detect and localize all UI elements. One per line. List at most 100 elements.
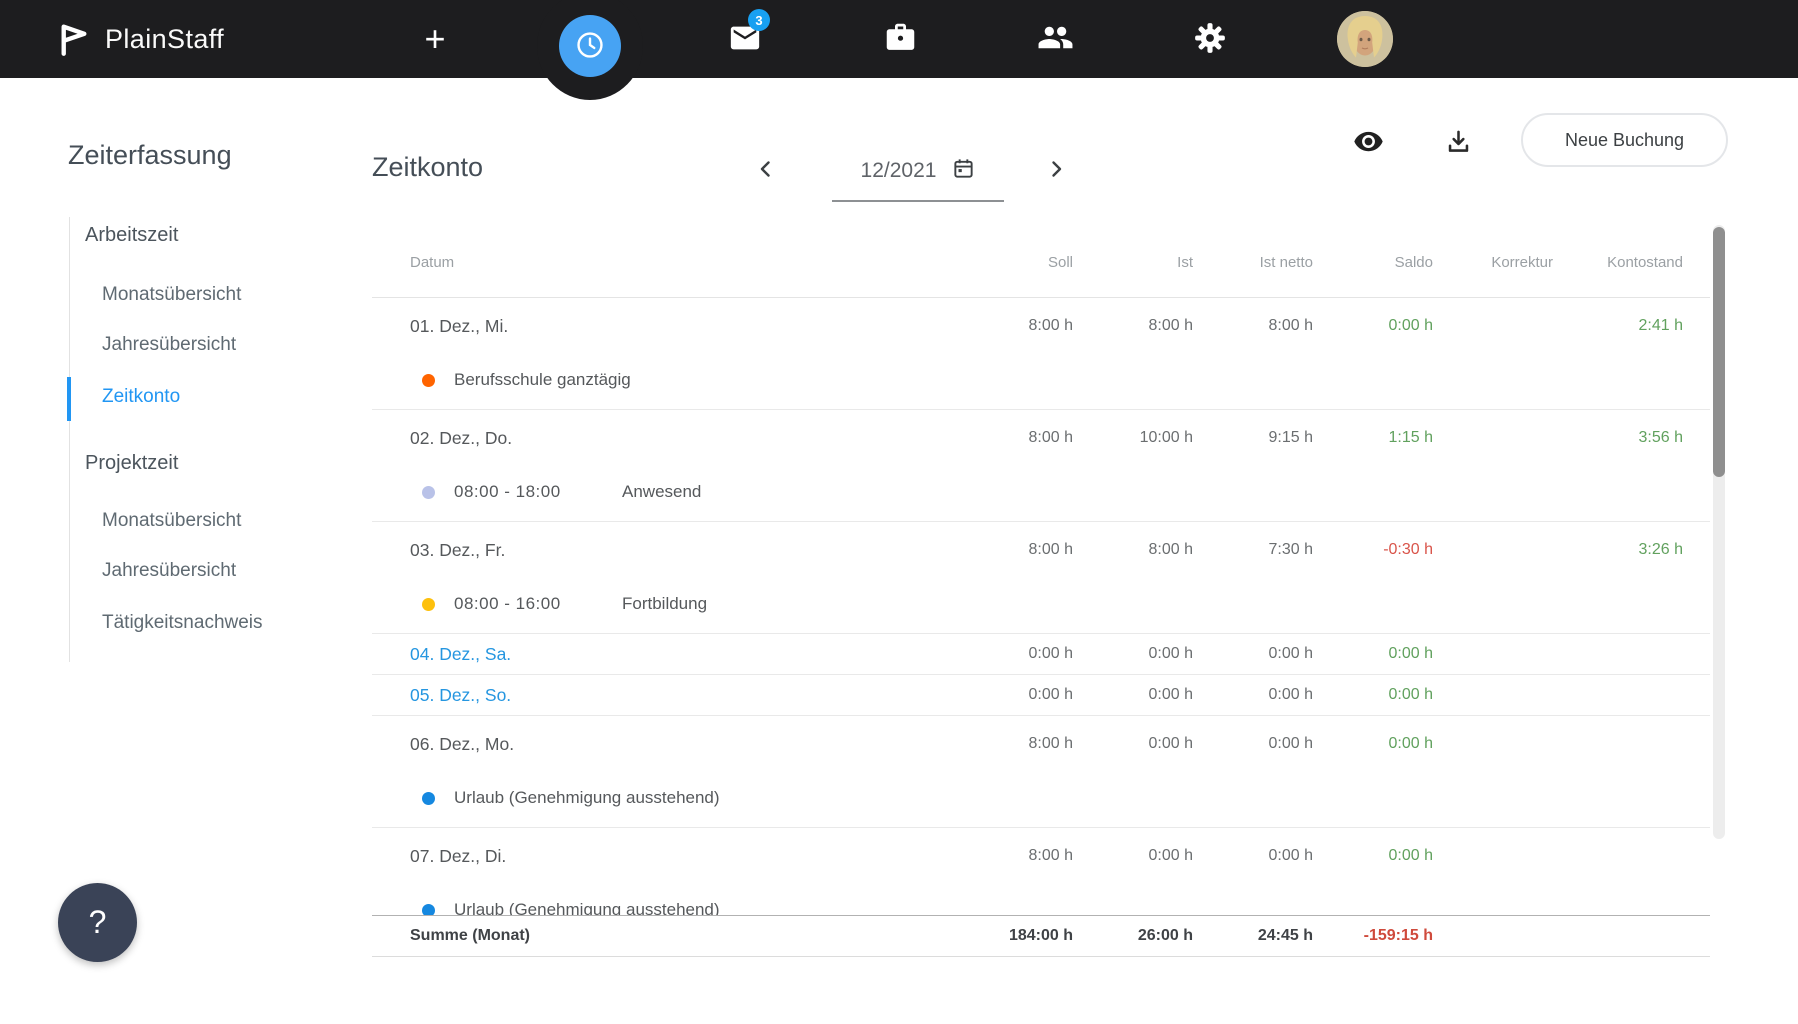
sidebar-rail: [69, 217, 70, 662]
plainstaff-logo-icon: [56, 16, 92, 63]
column-ist: Ist: [1073, 254, 1193, 271]
column-kontostand: Kontostand: [1553, 254, 1683, 271]
messages-badge: 3: [748, 9, 770, 31]
page-title: Zeitkonto: [372, 152, 483, 183]
sidebar-item-jahresuebersicht-arbeitszeit[interactable]: Jahresübersicht: [102, 334, 236, 356]
summary-row: Summe (Monat) 184:00 h 26:00 h 24:45 h -…: [372, 915, 1710, 957]
cell-ist: 10:00 h: [1073, 429, 1193, 447]
row-detail: Urlaub (Genehmigung ausstehend): [410, 778, 1683, 818]
summary-soll: 184:00 h: [953, 927, 1073, 945]
sidebar-section-arbeitszeit: Arbeitszeit: [85, 224, 178, 247]
sidebar-item-zeitkonto[interactable]: Zeitkonto: [102, 386, 180, 408]
add-button[interactable]: +: [395, 0, 475, 78]
tab-settings[interactable]: [1170, 0, 1250, 78]
cell-soll: 8:00 h: [953, 541, 1073, 559]
row-date: 06. Dez., Mo.: [410, 734, 953, 755]
cell-ist-netto: 8:00 h: [1193, 317, 1313, 335]
table-row[interactable]: 04. Dez., Sa.0:00 h0:00 h0:00 h0:00 h: [372, 634, 1710, 675]
period-value[interactable]: 12/2021: [861, 159, 937, 183]
column-ist-netto: Ist netto: [1193, 254, 1313, 271]
row-detail: Berufsschule ganztägig: [410, 360, 1683, 400]
table-row[interactable]: 03. Dez., Fr.8:00 h8:00 h7:30 h-0:30 h3:…: [372, 522, 1710, 634]
tab-team[interactable]: [1015, 0, 1095, 78]
briefcase-icon: [884, 21, 917, 57]
status-dot-icon: [422, 598, 435, 611]
row-date: 05. Dez., So.: [410, 685, 953, 706]
brand[interactable]: PlainStaff: [56, 0, 224, 78]
table-row[interactable]: 05. Dez., So.0:00 h0:00 h0:00 h0:00 h: [372, 675, 1710, 716]
cell-saldo: 0:00 h: [1313, 645, 1433, 663]
column-korrektur: Korrektur: [1433, 254, 1553, 271]
eye-icon: [1353, 126, 1384, 160]
cell-ist-netto: 0:00 h: [1193, 847, 1313, 865]
cell-ist: 0:00 h: [1073, 735, 1193, 753]
scrollbar-thumb[interactable]: [1713, 227, 1725, 477]
sidebar-active-indicator: [67, 377, 71, 421]
status-dot-icon: [422, 486, 435, 499]
row-date: 01. Dez., Mi.: [410, 316, 953, 337]
table-header: Datum Soll Ist Ist netto Saldo Korrektur…: [372, 228, 1710, 298]
tab-time-tracking[interactable]: [559, 15, 621, 77]
detail-time-range: 08:00 - 16:00: [454, 594, 622, 614]
cell-soll: 8:00 h: [953, 735, 1073, 753]
cell-kontostand: 2:41 h: [1553, 317, 1683, 335]
cell-kontostand: 3:26 h: [1553, 541, 1683, 559]
period-picker[interactable]: 12/2021: [832, 142, 1004, 202]
sidebar-item-jahresuebersicht-projektzeit[interactable]: Jahresübersicht: [102, 560, 236, 582]
help-button[interactable]: ?: [58, 883, 137, 962]
user-menu[interactable]: [1325, 0, 1405, 78]
topbar: PlainStaff + 3: [0, 0, 1798, 78]
cell-ist-netto: 0:00 h: [1193, 645, 1313, 663]
people-icon: [1037, 19, 1074, 59]
next-month-button[interactable]: [1036, 150, 1076, 190]
sidebar-item-taetigkeitsnachweis[interactable]: Tätigkeitsnachweis: [102, 612, 263, 634]
cell-saldo: -0:30 h: [1313, 541, 1433, 559]
cell-saldo: 0:00 h: [1313, 735, 1433, 753]
sidebar-item-monatsuebersicht-arbeitszeit[interactable]: Monatsübersicht: [102, 284, 241, 306]
time-account-table: Datum Soll Ist Ist netto Saldo Korrektur…: [372, 228, 1710, 957]
cell-kontostand: 3:56 h: [1553, 429, 1683, 447]
cell-ist-netto: 7:30 h: [1193, 541, 1313, 559]
cell-ist-netto: 0:00 h: [1193, 686, 1313, 704]
new-booking-button[interactable]: Neue Buchung: [1521, 113, 1728, 167]
table-row[interactable]: 06. Dez., Mo.8:00 h0:00 h0:00 h0:00 hUrl…: [372, 716, 1710, 828]
detail-label: Urlaub (Genehmigung ausstehend): [454, 788, 720, 808]
row-date: 03. Dez., Fr.: [410, 540, 953, 561]
row-detail: 08:00 - 16:00Fortbildung: [410, 584, 1683, 624]
tab-messages[interactable]: 3: [705, 0, 785, 78]
download-icon: [1444, 127, 1473, 159]
table-row[interactable]: 02. Dez., Do.8:00 h10:00 h9:15 h1:15 h3:…: [372, 410, 1710, 522]
table-body: 01. Dez., Mi.8:00 h8:00 h8:00 h0:00 h2:4…: [372, 298, 1710, 940]
cell-soll: 8:00 h: [953, 429, 1073, 447]
row-date: 04. Dez., Sa.: [410, 644, 953, 665]
table-row[interactable]: 01. Dez., Mi.8:00 h8:00 h8:00 h0:00 h2:4…: [372, 298, 1710, 410]
detail-time-range: 08:00 - 18:00: [454, 482, 622, 502]
download-button[interactable]: [1435, 120, 1481, 166]
plus-icon: +: [424, 21, 445, 57]
detail-label: Berufsschule ganztägig: [454, 370, 631, 390]
row-detail: 08:00 - 18:00Anwesend: [410, 472, 1683, 512]
cell-soll: 0:00 h: [953, 645, 1073, 663]
cell-ist: 8:00 h: [1073, 541, 1193, 559]
row-date: 07. Dez., Di.: [410, 846, 953, 867]
cell-ist-netto: 0:00 h: [1193, 735, 1313, 753]
status-dot-icon: [422, 792, 435, 805]
chevron-left-icon: [755, 158, 777, 183]
calendar-icon[interactable]: [952, 157, 975, 185]
column-datum: Datum: [410, 254, 953, 271]
cell-ist-netto: 9:15 h: [1193, 429, 1313, 447]
summary-saldo: -159:15 h: [1313, 927, 1433, 945]
detail-label: Fortbildung: [622, 594, 707, 614]
summary-ist: 26:00 h: [1073, 927, 1193, 945]
view-options-button[interactable]: [1345, 120, 1391, 166]
sidebar-item-monatsuebersicht-projektzeit[interactable]: Monatsübersicht: [102, 510, 241, 532]
previous-month-button[interactable]: [746, 150, 786, 190]
tab-projects[interactable]: [860, 0, 940, 78]
clock-icon: [574, 29, 606, 64]
cell-soll: 0:00 h: [953, 686, 1073, 704]
summary-label: Summe (Monat): [410, 927, 953, 945]
status-dot-icon: [422, 374, 435, 387]
column-soll: Soll: [953, 254, 1073, 271]
cell-ist: 0:00 h: [1073, 847, 1193, 865]
cell-saldo: 0:00 h: [1313, 847, 1433, 865]
